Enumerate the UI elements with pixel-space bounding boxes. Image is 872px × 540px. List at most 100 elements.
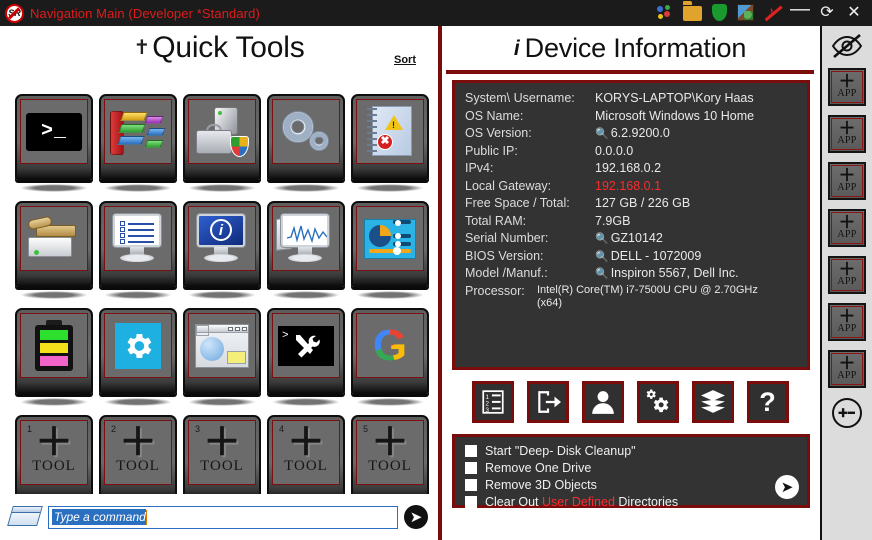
tool-tile-event-viewer[interactable]: ✖ bbox=[348, 92, 432, 199]
slot-label: TOOL bbox=[32, 458, 76, 474]
refresh-button[interactable]: ⟳ bbox=[818, 4, 836, 22]
titlebar: SR Navigation Main (Developer *Standard)… bbox=[0, 0, 872, 26]
info-value: KORYS-LAPTOP\Kory Haas bbox=[595, 91, 754, 105]
slot-number: 3 bbox=[195, 424, 201, 434]
monitor-checklist-icon bbox=[110, 213, 166, 264]
plus-glyph: ＋ bbox=[118, 422, 157, 464]
info-value: GZ10142 bbox=[610, 231, 663, 245]
app-window: SR Navigation Main (Developer *Standard)… bbox=[0, 0, 872, 540]
cleanup-option-row[interactable]: Start "Deep- Disk Cleanup" bbox=[465, 444, 797, 458]
checkbox[interactable] bbox=[465, 445, 477, 457]
info-value: Inspiron 5567, Dell Inc. bbox=[610, 266, 739, 280]
checkbox[interactable] bbox=[465, 462, 477, 474]
add-app-slot-5[interactable]: ＋ APP bbox=[828, 256, 866, 294]
svg-text:3: 3 bbox=[485, 407, 489, 414]
colored-dots-icon[interactable] bbox=[656, 4, 674, 22]
search-icon[interactable]: 🔍 bbox=[595, 267, 609, 280]
slot-number: 1 bbox=[27, 424, 33, 434]
add-app-slot-4[interactable]: ＋ APP bbox=[828, 209, 866, 247]
system-tower-shield-icon bbox=[194, 106, 250, 158]
add-app-slot-6[interactable]: ＋ APP bbox=[828, 303, 866, 341]
processor-row: Processor: Intel(R) Core(TM) i7-7500U CP… bbox=[465, 284, 797, 310]
info-value: 7.9GB bbox=[595, 213, 631, 228]
numbered-list-icon[interactable]: 123 bbox=[471, 381, 514, 423]
help-question-icon[interactable]: ? bbox=[746, 381, 789, 423]
block-icon[interactable] bbox=[737, 4, 755, 22]
add-app-slot-2[interactable]: ＋ APP bbox=[828, 115, 866, 153]
checkbox[interactable] bbox=[465, 496, 477, 508]
app-slot-label: APP bbox=[837, 276, 857, 287]
cleanup-option-label: Remove One Drive bbox=[485, 461, 592, 475]
device-info-header: i Device Information bbox=[442, 26, 818, 70]
info-label: System\ Username: bbox=[465, 91, 575, 105]
cleanup-option-row[interactable]: Remove One Drive bbox=[465, 461, 797, 475]
slot-label: TOOL bbox=[368, 458, 412, 474]
eye-slash-icon[interactable] bbox=[830, 33, 864, 59]
app-slot-label: APP bbox=[837, 323, 857, 334]
info-value: 0.0.0.0 bbox=[595, 143, 634, 158]
terminal-tools-icon: > bbox=[278, 325, 334, 366]
cleanup-options-box: Start "Deep- Disk Cleanup" Remove One Dr… bbox=[452, 434, 810, 509]
command-submit-button[interactable]: ➤ bbox=[404, 505, 428, 529]
checkbox[interactable] bbox=[465, 479, 477, 491]
mute-music-icon[interactable]: ♪ bbox=[764, 4, 783, 22]
minimize-button[interactable]: — bbox=[790, 0, 810, 22]
tool-tile-disk-cleanup[interactable] bbox=[12, 199, 96, 306]
gears-settings-icon[interactable] bbox=[636, 381, 679, 423]
folder-icon[interactable] bbox=[683, 4, 702, 22]
info-label: IPv4: bbox=[465, 161, 494, 175]
command-input[interactable]: Type a command bbox=[48, 505, 398, 529]
logout-door-icon[interactable] bbox=[526, 381, 569, 423]
plus-glyph: ＋ bbox=[838, 72, 856, 91]
plus-minus-circle-icon[interactable] bbox=[832, 398, 862, 428]
cleanup-option-row[interactable]: Clear Out User Defined Directories bbox=[465, 495, 797, 509]
close-button[interactable]: ✕ bbox=[845, 4, 863, 22]
user-profile-icon[interactable] bbox=[581, 381, 624, 423]
hammer-wrench-icon: ✝ bbox=[133, 37, 151, 59]
event-log-warning-icon: ✖ bbox=[365, 105, 415, 158]
tool-tile-task-list[interactable] bbox=[96, 199, 180, 306]
info-label: Public IP: bbox=[465, 143, 518, 158]
add-app-slot-7[interactable]: ＋ APP bbox=[828, 350, 866, 388]
tool-tile-display-panel[interactable] bbox=[180, 306, 264, 413]
add-app-slot-3[interactable]: ＋ APP bbox=[828, 162, 866, 200]
processor-value: Intel(R) Core(TM) i7-7500U CPU @ 2.70GHz… bbox=[537, 283, 758, 309]
tool-tile-powershell-tools[interactable]: > bbox=[264, 306, 348, 413]
search-icon[interactable]: 🔍 bbox=[595, 127, 609, 140]
tool-tile-resource-dashboard[interactable] bbox=[348, 199, 432, 306]
plus-glyph: ＋ bbox=[286, 422, 325, 464]
search-icon[interactable]: 🔍 bbox=[595, 250, 609, 263]
cleanup-option-row[interactable]: Remove 3D Objects bbox=[465, 478, 797, 492]
tool-tile-windows-settings[interactable] bbox=[96, 306, 180, 413]
info-row: OS Version: 🔍 6.2.9200.0 bbox=[465, 126, 797, 140]
info-label: Model /Manuf.: bbox=[465, 266, 548, 280]
device-info-title: Device Information bbox=[524, 32, 747, 63]
tool-tile-performance-monitor[interactable] bbox=[264, 199, 348, 306]
cleanup-option-prefix: Clear Out bbox=[485, 495, 542, 509]
tool-tile-services[interactable] bbox=[264, 92, 348, 199]
search-icon[interactable]: 🔍 bbox=[595, 232, 609, 245]
add-app-slot-1[interactable]: ＋ APP bbox=[828, 68, 866, 106]
shield-icon[interactable] bbox=[710, 4, 728, 22]
info-row: IPv4: 192.168.0.2 bbox=[465, 161, 797, 175]
tool-tile-google-search[interactable]: G bbox=[348, 306, 432, 413]
tool-tile-battery-report[interactable] bbox=[12, 306, 96, 413]
info-row: System\ Username: KORYS-LAPTOP\Kory Haas bbox=[465, 91, 797, 105]
app-logo-icon: SR bbox=[5, 3, 24, 23]
command-bar: Type a command ➤ bbox=[0, 494, 438, 540]
action-icon-row: 123 ? bbox=[442, 381, 818, 423]
cleanup-option-highlight: User Defined bbox=[541, 495, 615, 509]
slot-number: 2 bbox=[111, 424, 117, 434]
database-stack-icon[interactable] bbox=[691, 381, 734, 423]
device-info-list: System\ Username: KORYS-LAPTOP\Kory Haas … bbox=[452, 80, 810, 370]
tool-tile-system-security[interactable] bbox=[180, 92, 264, 199]
command-prompt-icon: >_ bbox=[26, 112, 82, 151]
disk-brush-icon bbox=[26, 215, 82, 263]
tool-tile-disk-defragmenter[interactable] bbox=[96, 92, 180, 199]
run-cleanup-button[interactable]: ➤ bbox=[775, 475, 799, 499]
tool-tile-system-information[interactable]: i bbox=[180, 199, 264, 306]
cleanup-option-label: Clear Out User Defined Directories bbox=[485, 495, 678, 509]
info-row: Model /Manuf.: 🔍 Inspiron 5567, Dell Inc. bbox=[465, 266, 797, 280]
tool-tile-command-prompt[interactable]: >_ bbox=[12, 92, 96, 199]
sort-link[interactable]: Sort bbox=[394, 54, 416, 66]
